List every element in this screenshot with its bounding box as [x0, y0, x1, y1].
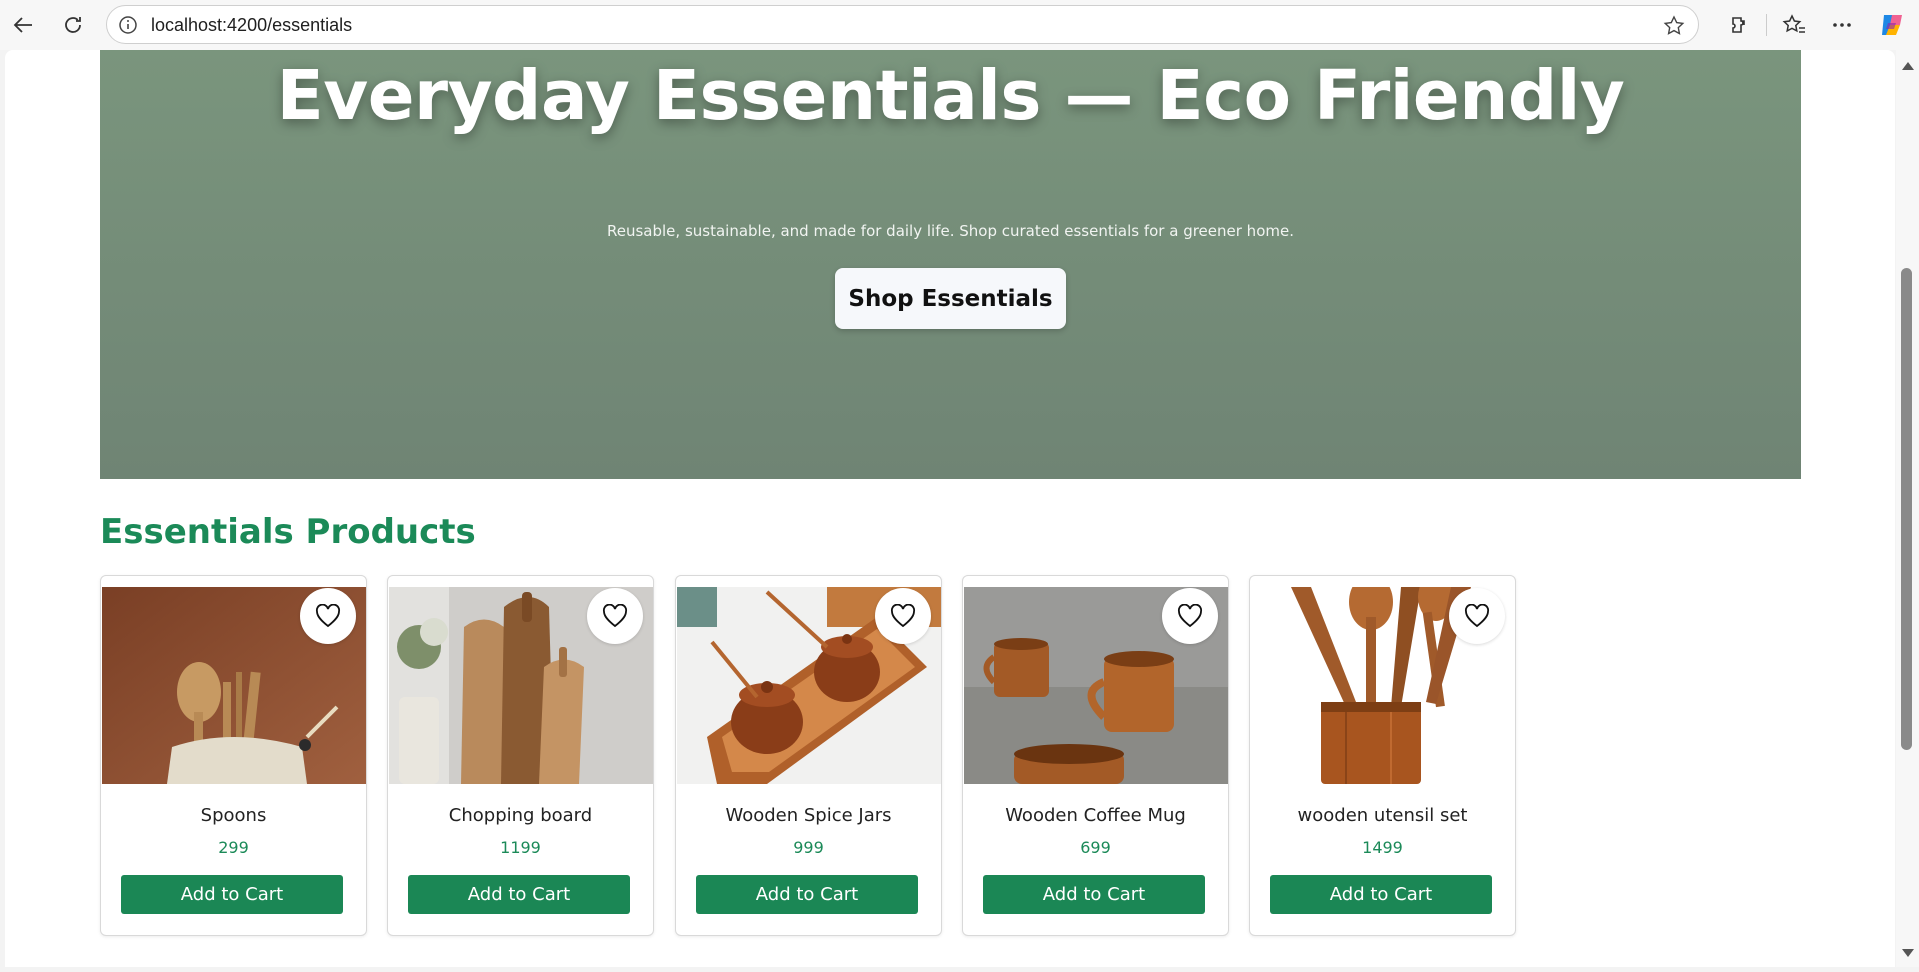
hero-subtitle: Reusable, sustainable, and made for dail…: [607, 222, 1294, 240]
add-to-cart-button[interactable]: Add to Cart: [121, 875, 343, 914]
back-arrow-icon[interactable]: [6, 8, 40, 42]
section-title: Essentials Products: [100, 512, 476, 552]
heart-icon[interactable]: [875, 588, 931, 644]
scroll-down-arrow-icon[interactable]: [1902, 949, 1914, 957]
address-bar[interactable]: localhost:4200/essentials: [106, 5, 1699, 44]
product-price: 299: [218, 838, 249, 857]
product-name: Wooden Spice Jars: [725, 805, 892, 826]
heart-icon[interactable]: [300, 588, 356, 644]
shop-essentials-button[interactable]: Shop Essentials: [835, 268, 1066, 329]
more-icon[interactable]: [1825, 8, 1859, 42]
extensions-icon[interactable]: [1723, 8, 1757, 42]
add-to-cart-button[interactable]: Add to Cart: [696, 875, 918, 914]
url-text[interactable]: localhost:4200/essentials: [151, 15, 352, 36]
product-card[interactable]: Chopping board 1199 Add to Cart: [387, 575, 654, 936]
copilot-icon[interactable]: [1875, 8, 1909, 42]
product-card[interactable]: Spoons 299 Add to Cart: [100, 575, 367, 936]
page-scrollbar[interactable]: [1896, 50, 1919, 967]
product-name: wooden utensil set: [1297, 805, 1468, 826]
toolbar-divider: [1766, 14, 1767, 36]
add-to-cart-button[interactable]: Add to Cart: [408, 875, 630, 914]
add-to-cart-button[interactable]: Add to Cart: [983, 875, 1205, 914]
star-icon[interactable]: [1662, 14, 1686, 38]
heart-icon[interactable]: [1162, 588, 1218, 644]
product-price: 1199: [500, 838, 541, 857]
product-price: 999: [793, 838, 824, 857]
browser-toolbar: localhost:4200/essentials: [0, 0, 1919, 50]
product-name: Chopping board: [448, 805, 593, 826]
product-price: 699: [1080, 838, 1111, 857]
product-card[interactable]: Wooden Coffee Mug 699 Add to Cart: [962, 575, 1229, 936]
scrollbar-thumb[interactable]: [1901, 268, 1912, 750]
product-card[interactable]: wooden utensil set 1499 Add to Cart: [1249, 575, 1516, 936]
heart-icon[interactable]: [587, 588, 643, 644]
product-name: Spoons: [200, 805, 267, 826]
refresh-icon[interactable]: [56, 8, 90, 42]
favorites-icon[interactable]: [1777, 8, 1811, 42]
hero-title: Everyday Essentials — Eco Friendly: [276, 56, 1625, 136]
product-name: Wooden Coffee Mug: [1005, 805, 1186, 826]
page-viewport: Everyday Essentials — Eco Friendly Reusa…: [5, 50, 1895, 967]
add-to-cart-button[interactable]: Add to Cart: [1270, 875, 1492, 914]
scroll-up-arrow-icon[interactable]: [1902, 62, 1914, 70]
product-price: 1499: [1362, 838, 1403, 857]
product-card[interactable]: Wooden Spice Jars 999 Add to Cart: [675, 575, 942, 936]
hero-banner: Everyday Essentials — Eco Friendly Reusa…: [100, 50, 1801, 479]
info-icon[interactable]: [117, 14, 139, 36]
heart-icon[interactable]: [1449, 588, 1505, 644]
